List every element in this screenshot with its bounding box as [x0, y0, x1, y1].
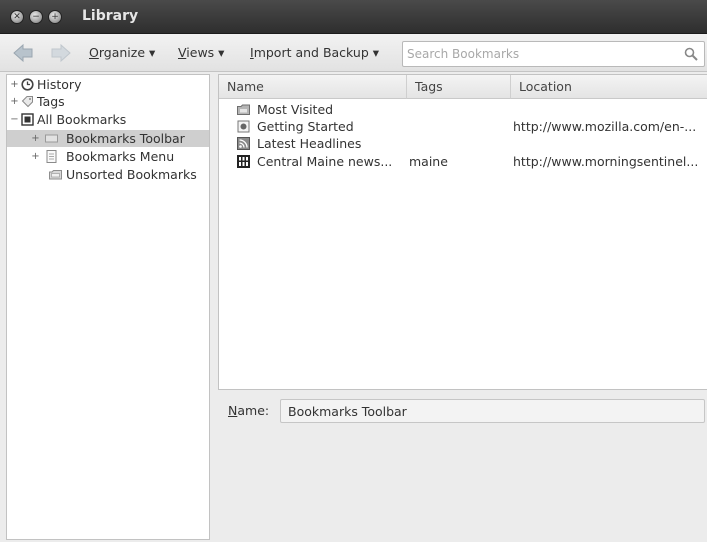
forward-button[interactable]	[50, 43, 72, 63]
tree-item-bookmarks-toolbar[interactable]: + Bookmarks Toolbar	[7, 130, 209, 147]
collapse-icon[interactable]: −	[10, 115, 19, 125]
close-icon: ✕	[13, 11, 21, 22]
search-box	[402, 41, 705, 67]
expand-icon[interactable]: +	[10, 97, 19, 107]
toolbar-folder-icon	[45, 134, 58, 143]
list-row[interactable]: Getting Started http://www.mozilla.com/e…	[219, 118, 707, 135]
tree-item-label: All Bookmarks	[37, 112, 127, 127]
menu-folder-icon	[46, 150, 57, 163]
forward-arrow-icon	[51, 43, 71, 63]
smart-folder-icon	[237, 104, 250, 115]
search-icon[interactable]	[684, 47, 698, 61]
tree-item-label: Unsorted Bookmarks	[66, 167, 197, 182]
feed-icon	[237, 137, 250, 150]
back-button[interactable]	[12, 43, 34, 63]
tree-item-unsorted-bookmarks[interactable]: Unsorted Bookmarks	[7, 166, 209, 183]
row-location: http://www.mozilla.com/en-...	[513, 119, 697, 134]
tree-item-history[interactable]: + History	[7, 76, 209, 93]
expand-icon[interactable]: +	[31, 134, 40, 144]
bookmarks-folder-icon	[21, 113, 34, 126]
column-header-tags[interactable]: Tags	[407, 75, 511, 99]
site-favicon-icon	[237, 155, 250, 168]
unsorted-folder-icon	[49, 170, 62, 180]
list-row[interactable]: Latest Headlines	[219, 135, 707, 152]
name-field-label: Name:	[228, 403, 269, 418]
bookmarks-list: Name Tags Location Most Visited Getting …	[218, 74, 707, 390]
tree-item-label: Bookmarks Menu	[66, 149, 175, 164]
row-location: http://www.morningsentinel...	[513, 154, 699, 169]
row-name: Central Maine news...	[257, 154, 393, 169]
list-row[interactable]: Central Maine news... maine http://www.m…	[219, 153, 707, 170]
search-input[interactable]	[407, 45, 677, 63]
row-name: Latest Headlines	[257, 136, 362, 151]
views-menu[interactable]: Views ▾	[178, 45, 224, 60]
row-name: Most Visited	[257, 102, 334, 117]
tag-icon	[21, 96, 33, 108]
row-name: Getting Started	[257, 119, 354, 134]
name-label: ame:	[237, 403, 270, 418]
tree-item-label: Bookmarks Toolbar	[66, 131, 185, 146]
maximize-window-button[interactable]: +	[48, 10, 62, 24]
clock-icon	[21, 78, 34, 91]
details-pane: Name:	[218, 392, 707, 540]
expand-icon[interactable]: +	[10, 80, 19, 90]
page-icon	[237, 120, 250, 133]
toolbar: Organize ▾ Views ▾ Import and Backup ▾	[0, 34, 707, 72]
name-accel: N	[228, 403, 238, 418]
tree-item-label: History	[37, 77, 82, 92]
places-tree: + History + Tags − All Bookmarks + Bookm…	[6, 74, 210, 540]
tree-item-all-bookmarks[interactable]: − All Bookmarks	[7, 111, 209, 128]
minimize-icon: −	[32, 11, 40, 22]
title-bar: ✕ − + Library	[0, 0, 707, 34]
tree-item-bookmarks-menu[interactable]: + Bookmarks Menu	[7, 148, 209, 165]
name-field[interactable]	[280, 399, 705, 423]
organize-accel: O	[89, 45, 99, 60]
organize-menu[interactable]: Organize ▾	[89, 45, 155, 60]
import-label: mport and Backup ▾	[253, 45, 380, 60]
organize-label: rganize ▾	[98, 45, 156, 60]
tree-item-tags[interactable]: + Tags	[7, 93, 209, 110]
list-row[interactable]: Most Visited	[219, 101, 707, 118]
column-header-location[interactable]: Location	[511, 75, 707, 99]
column-header-name[interactable]: Name	[219, 75, 407, 99]
window-title: Library	[82, 8, 139, 24]
back-arrow-icon	[13, 43, 33, 63]
minimize-window-button[interactable]: −	[29, 10, 43, 24]
library-window: ✕ − + Library Organize ▾ Views ▾ Import …	[0, 0, 707, 542]
maximize-icon: +	[51, 11, 59, 22]
views-label: iews ▾	[186, 45, 225, 60]
expand-icon[interactable]: +	[31, 152, 40, 162]
row-tags: maine	[409, 154, 448, 169]
close-window-button[interactable]: ✕	[10, 10, 24, 24]
import-backup-menu[interactable]: Import and Backup ▾	[250, 45, 379, 60]
tree-item-label: Tags	[37, 94, 65, 109]
